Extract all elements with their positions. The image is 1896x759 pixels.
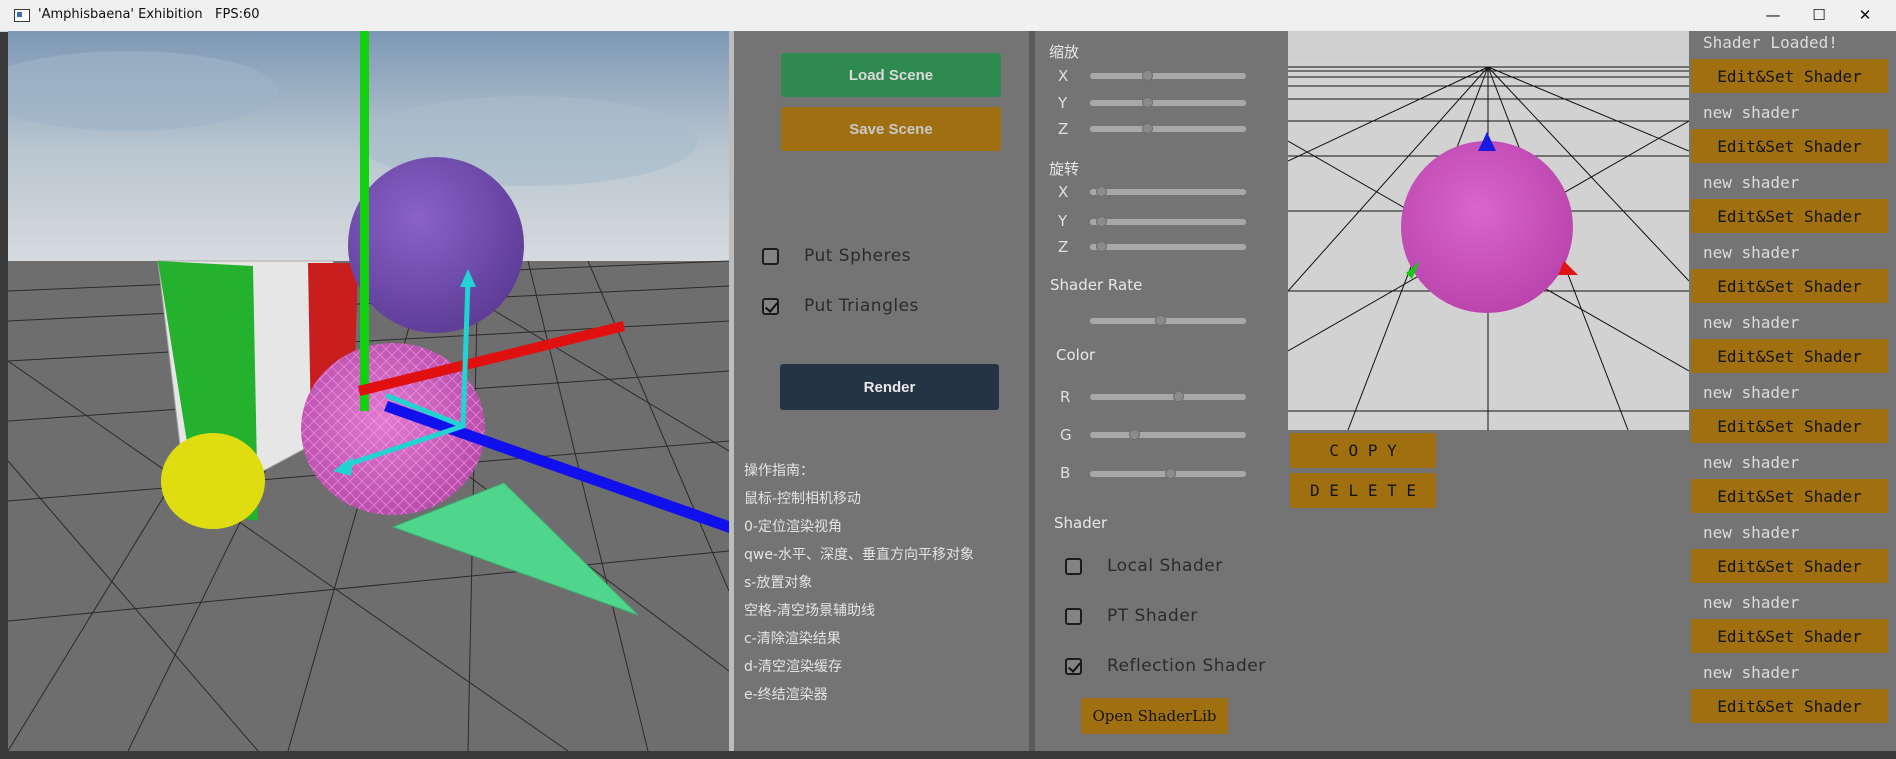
guide-line: 0-定位渲染视角: [744, 519, 842, 535]
slider-knob[interactable]: [1096, 216, 1107, 227]
color-b-slider[interactable]: [1090, 468, 1246, 479]
rotate-x-slider[interactable]: [1090, 186, 1246, 197]
reflection-shader-checkbox[interactable]: [1065, 657, 1082, 675]
slider-knob[interactable]: [1129, 429, 1140, 440]
rotate-z-slider[interactable]: [1090, 241, 1246, 252]
edit-set-shader-button[interactable]: Edit&Set Shader: [1691, 409, 1888, 443]
title-bar: 'Amphisbaena' Exhibition FPS:60 — ☐ ✕: [0, 0, 1896, 32]
rotate-x-label: X: [1058, 183, 1069, 201]
shader-item-name: new shader: [1703, 593, 1800, 612]
put-triangles-checkbox[interactable]: [762, 297, 779, 315]
open-shaderlib-button[interactable]: Open ShaderLib: [1081, 698, 1228, 734]
edit-set-shader-button[interactable]: Edit&Set Shader: [1691, 199, 1888, 233]
pt-shader-checkbox[interactable]: [1065, 607, 1082, 625]
scene-viewport[interactable]: [8, 31, 729, 751]
edit-set-shader-button[interactable]: Edit&Set Shader: [1691, 549, 1888, 583]
guide-title: 操作指南：: [744, 463, 814, 479]
edit-set-shader-button[interactable]: Edit&Set Shader: [1691, 339, 1888, 373]
put-spheres-option[interactable]: Put Spheres: [762, 246, 911, 266]
guide-line: 鼠标-控制相机移动: [744, 491, 862, 507]
scale-z-label: Z: [1058, 120, 1069, 138]
preview-render: [1288, 31, 1689, 430]
rotate-y-label: Y: [1058, 212, 1068, 230]
slider-knob[interactable]: [1142, 70, 1153, 81]
edit-set-shader-button[interactable]: Edit&Set Shader: [1691, 619, 1888, 653]
delete-button[interactable]: D E L E T E: [1290, 473, 1436, 508]
local-shader-option[interactable]: Local Shader: [1065, 556, 1223, 576]
shader-item-name: new shader: [1703, 313, 1800, 332]
load-scene-button[interactable]: Load Scene: [781, 53, 1001, 97]
shader-item-name: Shader Loaded!: [1703, 33, 1838, 52]
color-r-label: R: [1060, 388, 1071, 406]
put-triangles-option[interactable]: Put Triangles: [762, 296, 919, 316]
pt-shader-label: PT Shader: [1107, 606, 1198, 626]
copy-button[interactable]: C O P Y: [1290, 433, 1436, 468]
local-shader-checkbox[interactable]: [1065, 557, 1082, 575]
slider-knob[interactable]: [1173, 391, 1184, 402]
slider-knob[interactable]: [1096, 186, 1107, 197]
scale-x-label: X: [1058, 67, 1069, 85]
edit-set-shader-button[interactable]: Edit&Set Shader: [1691, 479, 1888, 513]
shader-item-name: new shader: [1703, 173, 1800, 192]
color-label: Color: [1056, 346, 1096, 364]
reflection-shader-option[interactable]: Reflection Shader: [1065, 656, 1266, 676]
scale-label: 缩放: [1049, 43, 1080, 61]
color-g-label: G: [1060, 426, 1072, 444]
window-title: 'Amphisbaena' Exhibition FPS:60: [38, 7, 260, 22]
rotate-y-slider[interactable]: [1090, 216, 1246, 227]
slider-knob[interactable]: [1142, 123, 1153, 134]
minimize-button[interactable]: —: [1750, 0, 1796, 31]
reflection-shader-label: Reflection Shader: [1107, 656, 1266, 676]
scale-y-label: Y: [1058, 94, 1068, 112]
guide-line: e-终结渲染器: [744, 687, 828, 703]
scale-z-slider[interactable]: [1090, 123, 1246, 134]
guide-line: c-清除渲染结果: [744, 631, 841, 647]
maximize-button[interactable]: ☐: [1796, 0, 1842, 31]
shader-label: Shader: [1054, 514, 1108, 532]
shader-rate-label: Shader Rate: [1050, 276, 1143, 294]
guide-line: 空格-清空场景辅助线: [744, 603, 876, 619]
render-button[interactable]: Render: [780, 364, 999, 410]
object-preview[interactable]: [1288, 31, 1689, 430]
put-spheres-label: Put Spheres: [804, 246, 912, 266]
shader-item-name: new shader: [1703, 453, 1800, 472]
slider-knob[interactable]: [1155, 315, 1166, 326]
save-scene-button[interactable]: Save Scene: [781, 107, 1001, 151]
color-g-slider[interactable]: [1090, 429, 1246, 440]
scale-x-slider[interactable]: [1090, 70, 1246, 81]
edit-set-shader-button[interactable]: Edit&Set Shader: [1691, 689, 1888, 723]
local-shader-label: Local Shader: [1107, 556, 1223, 576]
shader-item-name: new shader: [1703, 243, 1800, 262]
shader-item-name: new shader: [1703, 103, 1800, 122]
rotate-label: 旋转: [1049, 160, 1080, 178]
slider-knob[interactable]: [1096, 241, 1107, 252]
guide-line: qwe-水平、深度、垂直方向平移对象: [744, 547, 975, 563]
edit-set-shader-button[interactable]: Edit&Set Shader: [1691, 129, 1888, 163]
shader-item-name: new shader: [1703, 383, 1800, 402]
app-icon: [14, 9, 30, 22]
scale-y-slider[interactable]: [1090, 97, 1246, 108]
edit-set-shader-button[interactable]: Edit&Set Shader: [1691, 269, 1888, 303]
pt-shader-option[interactable]: PT Shader: [1065, 606, 1198, 626]
close-button[interactable]: ✕: [1842, 0, 1888, 31]
color-r-slider[interactable]: [1090, 391, 1246, 402]
rotate-z-label: Z: [1058, 238, 1069, 256]
color-b-label: B: [1060, 464, 1071, 482]
slider-knob[interactable]: [1165, 468, 1176, 479]
shader-item-name: new shader: [1703, 663, 1800, 682]
put-triangles-label: Put Triangles: [804, 296, 919, 316]
guide-line: s-放置对象: [744, 575, 813, 591]
shader-item-name: new shader: [1703, 523, 1800, 542]
shader-rate-slider[interactable]: [1090, 315, 1246, 326]
guide-line: d-清空渲染缓存: [744, 659, 842, 675]
slider-knob[interactable]: [1142, 97, 1153, 108]
scene-render: [8, 31, 729, 751]
edit-set-shader-button[interactable]: Edit&Set Shader: [1691, 59, 1888, 93]
put-spheres-checkbox[interactable]: [762, 247, 779, 265]
